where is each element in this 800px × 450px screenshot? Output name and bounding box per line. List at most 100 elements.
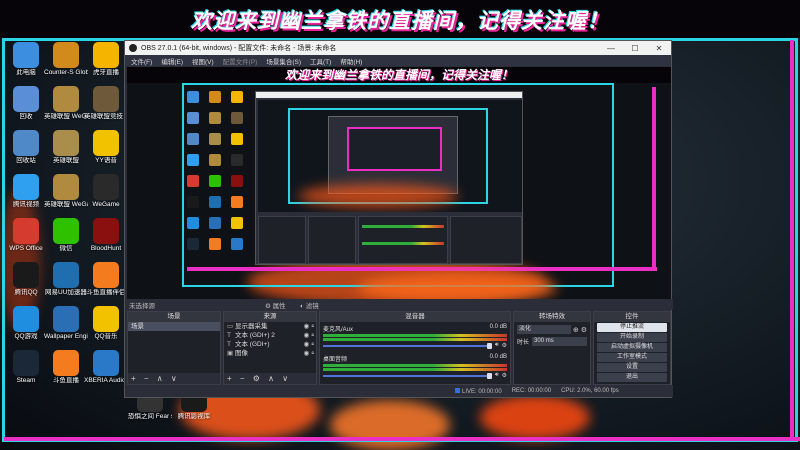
filters-button[interactable]: ◐ 滤镜	[300, 300, 319, 310]
desktop-shortcut[interactable]: 英雄联盟竞技 助手	[84, 86, 128, 121]
preview-icon	[187, 238, 199, 250]
desktop-shortcut-label: WeGame	[92, 201, 120, 208]
stream-banner: 欢迎来到幽兰拿铁的直播间，记得关注喔！	[0, 0, 800, 38]
desktop-shortcut[interactable]: 英雄联盟 WeGame版	[44, 86, 88, 121]
start-virtual-camera-button[interactable]: 启动虚拟摄像机	[597, 343, 667, 352]
speaker-icon[interactable]: 🔊︎	[495, 342, 499, 349]
stop-streaming-button[interactable]: 停止推流	[597, 323, 667, 332]
channel-db: 0.0 dB	[489, 324, 507, 330]
properties-button[interactable]: ⚙ 属性	[265, 300, 286, 310]
desktop-shortcut[interactable]: 英雄联盟 WeGame版	[44, 174, 88, 209]
studio-mode-button[interactable]: 工作室模式	[597, 353, 667, 362]
qq-music-icon	[93, 306, 119, 332]
channel-gear-icon[interactable]: ⚙	[502, 342, 507, 349]
source-item[interactable]: T 文本 (GDI+) ◉ 🔒︎	[224, 340, 316, 349]
visibility-eye-icon[interactable]: ◉	[304, 340, 310, 349]
desktop-shortcut[interactable]: 斗鱼直播	[44, 350, 88, 385]
lol-icon	[53, 86, 79, 112]
lock-icon[interactable]: 🔒︎	[311, 331, 314, 340]
channel-gear-icon[interactable]: ⚙	[502, 372, 507, 379]
preview-desktop-icons	[187, 89, 257, 265]
desktop-shortcut-label: 回收	[19, 113, 33, 120]
mixer-dock: 混音器 麦克风/Aux 0.0 dB 🔊︎ ⚙ 桌面音频 0.0 dB 🔊︎ ⚙	[319, 311, 511, 385]
menu-help[interactable]: 帮助(H)	[340, 56, 362, 66]
desktop-shortcut[interactable]: 微信	[44, 218, 88, 253]
desktop-shortcut[interactable]: 此电脑	[4, 42, 48, 77]
obs-window[interactable]: OBS 27.0.1 (64-bit, windows) - 配置文件: 未命名…	[124, 40, 673, 398]
visibility-eye-icon[interactable]: ◉	[304, 322, 310, 331]
desktop-shortcut[interactable]: XBERIA Audio...	[84, 350, 128, 385]
visibility-eye-icon[interactable]: ◉	[304, 331, 310, 340]
volume-meter	[323, 368, 507, 371]
duration-input[interactable]: 300 ms	[532, 337, 587, 346]
desktop-shortcut[interactable]: 回收	[4, 86, 48, 121]
menu-bar: 文件(F) 编辑(E) 视图(V) 配置文件(P) 场景集合(S) 工具(T) …	[125, 55, 671, 66]
desktop-shortcut[interactable]: QQ音乐	[84, 306, 128, 341]
close-button[interactable]: ✕	[647, 44, 671, 53]
preview-nested-obs	[255, 91, 523, 265]
source-item[interactable]: T 文本 (GDI+) 2 ◉ 🔒︎	[224, 331, 316, 340]
minimize-button[interactable]: —	[599, 44, 623, 53]
lock-icon[interactable]: 🔒︎	[311, 340, 314, 349]
desktop-shortcut[interactable]: 斗鱼直播伴侣	[84, 262, 128, 297]
volume-slider[interactable]	[323, 373, 492, 379]
desktop-shortcut-label: 腾讯视频	[13, 201, 39, 208]
settings-button[interactable]: 设置	[597, 363, 667, 372]
menu-tools[interactable]: 工具(T)	[310, 56, 331, 66]
preview-icon	[209, 91, 221, 103]
preview-icon	[187, 154, 199, 166]
obs-titlebar[interactable]: OBS 27.0.1 (64-bit, windows) - 配置文件: 未命名…	[125, 41, 671, 55]
desktop-shortcut[interactable]: Counter-S Global Of...	[44, 42, 88, 77]
desktop-shortcut[interactable]: QQ游戏	[4, 306, 48, 341]
menu-scene-collection[interactable]: 场景集合(S)	[266, 56, 301, 66]
maximize-button[interactable]: ☐	[623, 44, 647, 53]
neon-frame-pink-right	[790, 40, 794, 440]
visibility-eye-icon[interactable]: ◉	[304, 349, 310, 358]
scenes-dock: 场景 场景 + − ∧ ∨	[127, 311, 221, 385]
volume-slider[interactable]	[323, 343, 492, 349]
desktop-shortcut[interactable]: 腾讯视频	[4, 174, 48, 209]
menu-file[interactable]: 文件(F)	[131, 56, 152, 66]
sources-toolbar[interactable]: + − ⚙ ∧ ∨	[224, 373, 316, 384]
desktop-shortcut[interactable]: BloodHunt	[84, 218, 128, 253]
start-recording-button[interactable]: 开始录制	[597, 333, 667, 342]
menu-view[interactable]: 视图(V)	[192, 56, 214, 66]
preview-canvas[interactable]: 欢迎来到幽兰拿铁的直播间，记得关注喔！	[127, 67, 671, 299]
desktop-shortcut[interactable]: 网易UU加速器	[44, 262, 88, 297]
douyu-icon	[93, 262, 119, 288]
recycle-bin-icon	[13, 86, 39, 112]
desktop-shortcut-label: YY语音	[95, 157, 117, 164]
add-transition-icon[interactable]: ⊕	[573, 326, 579, 334]
rec-time: REC: 00:00:00	[511, 388, 552, 394]
source-label: 图像	[235, 350, 248, 357]
transition-gear-icon[interactable]: ⚙	[581, 326, 587, 334]
menu-profile[interactable]: 配置文件(P)	[223, 56, 258, 66]
desktop-shortcut-label: 恐惧之间 Fear sur...	[128, 413, 172, 420]
desktop-shortcut[interactable]: YY语音	[84, 130, 128, 165]
source-item[interactable]: ▭ 显示器采集 ◉ 🔒︎	[224, 322, 316, 331]
menu-edit[interactable]: 编辑(E)	[161, 56, 183, 66]
scene-item[interactable]: 场景	[128, 322, 220, 331]
monitor-icon: ▭	[227, 323, 234, 330]
desktop-shortcut[interactable]: 腾讯QQ	[4, 262, 48, 297]
source-label: 文本 (GDI+)	[235, 341, 270, 348]
preview-icon	[231, 196, 243, 208]
desktop-shortcut[interactable]: 英雄联盟	[44, 130, 88, 165]
preview-frame-pink-side	[652, 87, 656, 271]
lock-icon[interactable]: 🔒︎	[311, 322, 314, 331]
desktop-shortcut[interactable]: Steam	[4, 350, 48, 385]
desktop-shortcut[interactable]: WPS Office	[4, 218, 48, 253]
desktop-shortcut[interactable]: 虎牙直播	[84, 42, 128, 77]
lock-icon[interactable]: 🔒︎	[311, 349, 314, 358]
transition-select[interactable]: 淡化	[517, 325, 571, 334]
source-label: 显示器采集	[235, 323, 268, 330]
speaker-icon[interactable]: 🔊︎	[495, 372, 499, 379]
desktop-shortcut[interactable]: WeGame	[84, 174, 128, 209]
xberia-icon	[93, 350, 119, 376]
desktop-shortcut[interactable]: 回收站	[4, 130, 48, 165]
text-icon: T	[227, 332, 231, 339]
source-item[interactable]: ▣ 图像 ◉ 🔒︎	[224, 349, 316, 358]
desktop-shortcut[interactable]: Wallpaper Engine:...	[44, 306, 88, 341]
scenes-toolbar[interactable]: + − ∧ ∨	[128, 373, 220, 384]
exit-button[interactable]: 退出	[597, 373, 667, 382]
